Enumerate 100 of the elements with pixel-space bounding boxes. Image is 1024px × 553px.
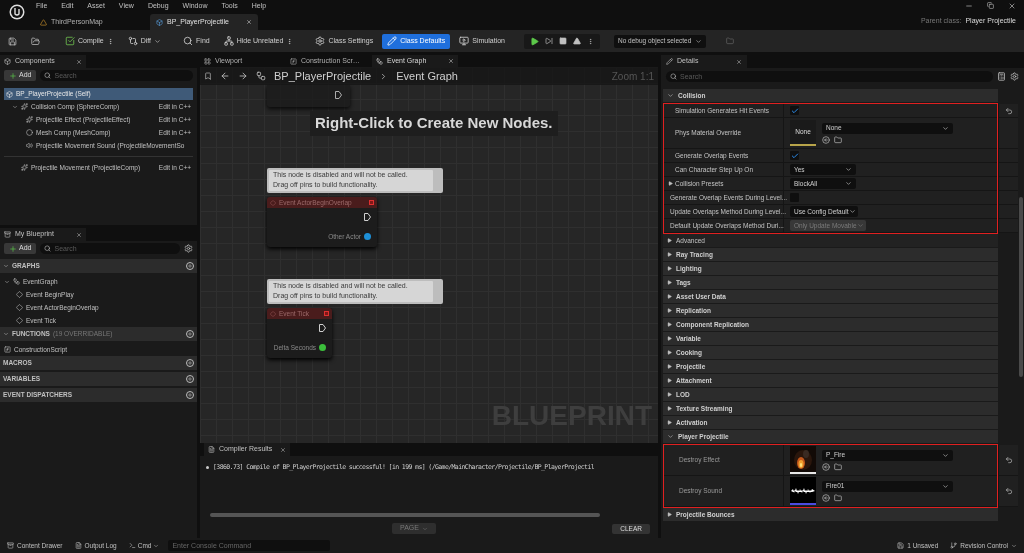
- browse-folder-icon[interactable]: [834, 135, 842, 144]
- checkbox[interactable]: [790, 151, 799, 160]
- bullet-icon: [206, 466, 209, 470]
- expand-arrow-icon: [667, 266, 672, 271]
- pencil-icon: [387, 36, 398, 46]
- chevron-down-icon: [694, 37, 702, 45]
- expand-arrow-icon: [667, 280, 672, 285]
- expand-arrow-icon: [667, 512, 672, 517]
- settings-icon[interactable]: [1010, 72, 1019, 81]
- add-icon[interactable]: [186, 359, 194, 367]
- graph-node[interactable]: [267, 85, 350, 107]
- checkbox[interactable]: [790, 106, 799, 115]
- bookmark-icon[interactable]: [204, 72, 212, 80]
- expand-arrow-icon: [667, 364, 672, 369]
- table-view-icon[interactable]: [997, 72, 1006, 81]
- log-icon: [74, 542, 82, 549]
- add-icon[interactable]: [186, 262, 194, 270]
- close-icon[interactable]: [448, 58, 454, 64]
- save-icon[interactable]: [8, 36, 17, 46]
- use-selected-icon[interactable]: [822, 462, 830, 471]
- exec-pin-icon[interactable]: [364, 213, 371, 222]
- close-icon[interactable]: [736, 58, 742, 65]
- step-icon[interactable]: [544, 37, 553, 45]
- expand-arrow-icon: [667, 378, 672, 383]
- grid-icon: [204, 57, 211, 65]
- eject-icon[interactable]: [572, 37, 581, 45]
- expand-arrow-icon: [667, 350, 672, 355]
- close-icon[interactable]: [246, 19, 252, 25]
- settings-icon: [315, 36, 326, 46]
- monitor-play-icon: [459, 36, 470, 46]
- restore-icon[interactable]: [987, 2, 994, 9]
- expand-arrow-icon: [667, 322, 672, 327]
- reset-cell[interactable]: [998, 445, 1018, 476]
- play-icon[interactable]: [529, 36, 539, 46]
- expand-arrow-icon[interactable]: [668, 181, 673, 186]
- horizontal-scrollbar[interactable]: [210, 513, 600, 517]
- close-icon[interactable]: [76, 58, 82, 65]
- reset-icon[interactable]: [1004, 487, 1013, 495]
- nodes-icon: [223, 36, 234, 46]
- event-icon: [270, 310, 276, 317]
- waveform-thumbnail: [790, 477, 816, 505]
- blueprint-icon: [6, 90, 13, 98]
- chevron-down-icon: [421, 525, 428, 532]
- browse-folder-icon[interactable]: [834, 462, 842, 471]
- use-selected-icon[interactable]: [822, 135, 830, 144]
- browse-icon[interactable]: [31, 36, 40, 46]
- particles-icon: [26, 116, 33, 123]
- data-pin-icon[interactable]: [319, 344, 326, 352]
- settings-icon[interactable]: [184, 244, 193, 253]
- expand-arrow-icon: [667, 294, 672, 299]
- breadcrumb[interactable]: BP_PlayerProjectile: [274, 67, 372, 85]
- function-icon: [290, 57, 297, 65]
- browse-folder-icon[interactable]: [834, 493, 842, 502]
- close-icon[interactable]: [280, 446, 286, 453]
- plus-icon: [9, 244, 17, 253]
- plus-icon: [9, 71, 17, 80]
- data-pin-icon[interactable]: [364, 233, 371, 241]
- scrollbar-thumb[interactable]: [1019, 197, 1023, 377]
- add-icon[interactable]: [186, 391, 194, 399]
- expand-arrow-icon: [667, 336, 672, 341]
- graph-canvas[interactable]: [200, 67, 658, 443]
- reset-cell[interactable]: [998, 476, 1018, 507]
- branch-icon: [950, 542, 958, 549]
- expand-arrow-icon: [667, 238, 672, 243]
- expand-arrow-icon: [667, 406, 672, 411]
- expand-arrow-icon: [667, 392, 672, 397]
- back-arrow-icon[interactable]: [220, 71, 230, 81]
- zoom-label: Zoom 1:1: [611, 69, 654, 84]
- use-selected-icon[interactable]: [822, 493, 830, 502]
- reset-icon[interactable]: [1004, 456, 1013, 464]
- breadcrumb[interactable]: Event Graph: [396, 67, 458, 85]
- check-icon: [65, 36, 75, 46]
- hint-banner: Right-Click to Create New Nodes.: [310, 111, 558, 136]
- chevron-down-icon: [1011, 542, 1017, 549]
- reset-icon[interactable]: [1004, 106, 1013, 115]
- add-icon[interactable]: [186, 330, 194, 338]
- engine-logo[interactable]: [9, 4, 25, 20]
- level-icon: [40, 18, 47, 26]
- terminal-icon: [128, 542, 136, 549]
- chevron-down-icon: [942, 451, 949, 459]
- forward-arrow-icon[interactable]: [238, 71, 248, 81]
- close-icon[interactable]: [76, 231, 82, 238]
- reset-cell[interactable]: [998, 104, 1018, 118]
- function-icon: [4, 346, 11, 353]
- chevron-down-icon: [942, 482, 949, 490]
- exec-pin-icon[interactable]: [335, 91, 342, 99]
- expand-arrow-icon: [667, 308, 672, 313]
- exec-pin-icon[interactable]: [319, 324, 326, 333]
- close-icon[interactable]: [1008, 2, 1016, 10]
- compare-icon: [127, 36, 138, 46]
- expand-arrow-icon: [667, 252, 672, 257]
- event-icon: [270, 199, 276, 206]
- drawer-icon: [7, 542, 14, 549]
- speaker-icon: [26, 142, 33, 149]
- document-icon: [208, 446, 215, 453]
- expand-arrow-icon: [667, 420, 672, 425]
- stop-icon[interactable]: [558, 37, 567, 45]
- pencil-icon: [666, 58, 673, 65]
- save-icon: [897, 542, 905, 549]
- add-icon[interactable]: [186, 375, 194, 383]
